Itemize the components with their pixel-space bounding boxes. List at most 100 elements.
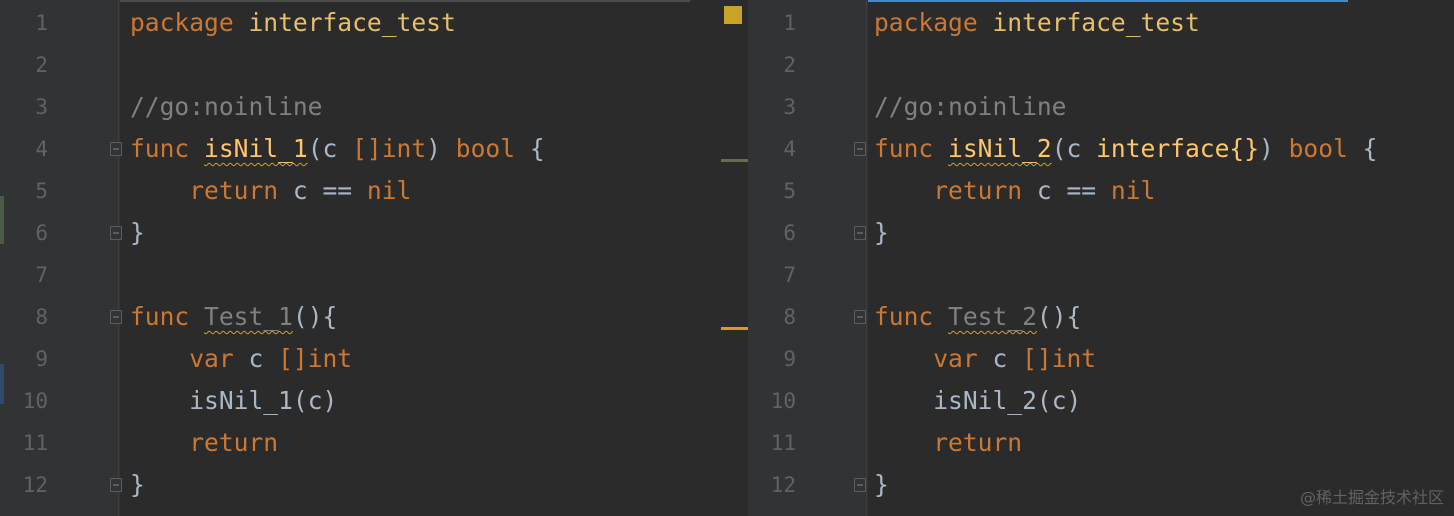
line-number: 7 [35, 263, 48, 287]
params: (){ [1036, 302, 1082, 331]
left-editor-pane[interactable]: 1 2 3 4 5 6 7 8 9 10 11 12 package inter… [0, 0, 748, 516]
keyword: package [874, 8, 978, 37]
code-line[interactable]: var c []int [874, 338, 1096, 380]
nil-literal: nil [1110, 176, 1156, 205]
code-line[interactable]: } [130, 212, 145, 254]
keyword: return [189, 176, 279, 205]
code-line[interactable]: func isNil_1(c []int) bool { [130, 128, 545, 170]
keyword: var [933, 344, 978, 373]
close-brace: } [874, 470, 889, 499]
left-gutter-separator [118, 0, 119, 516]
fold-collapse-icon[interactable] [110, 142, 122, 156]
open-brace: { [1347, 134, 1378, 163]
line-number: 3 [783, 95, 796, 119]
keyword: func [130, 302, 190, 331]
right-editor-pane[interactable]: 1 2 3 4 5 6 7 8 9 10 11 12 package inter… [748, 0, 1454, 516]
close-brace: } [130, 470, 145, 499]
keyword: var [189, 344, 234, 373]
function-call[interactable]: isNil_2 [933, 386, 1037, 415]
watermark: @稀土掘金技术社区 [1299, 488, 1444, 507]
fold-end-icon[interactable] [110, 226, 122, 240]
package-name: interface_test [992, 8, 1200, 37]
code-line[interactable]: var c []int [130, 338, 352, 380]
scrollbar-marker[interactable] [721, 159, 748, 162]
code-line[interactable]: func Test_1(){ [130, 296, 337, 338]
code-line[interactable]: func Test_2(){ [874, 296, 1081, 338]
code-line[interactable]: isNil_1(c) [130, 380, 337, 422]
fold-end-icon[interactable] [854, 226, 866, 240]
scrollbar-warning-marker[interactable] [721, 327, 748, 330]
param-type: []int [352, 134, 427, 163]
line-number: 5 [35, 179, 48, 203]
fold-collapse-icon[interactable] [854, 310, 866, 324]
line-number: 11 [770, 431, 796, 455]
code-line[interactable]: //go:noinline [130, 86, 323, 128]
line-number: 10 [770, 389, 796, 413]
line-number: 2 [35, 53, 48, 77]
keyword: func [130, 134, 190, 163]
code-line[interactable]: isNil_2(c) [874, 380, 1081, 422]
line-number: 10 [22, 389, 48, 413]
code-line[interactable]: } [874, 464, 889, 506]
line-number: 4 [783, 137, 796, 161]
code-line[interactable]: return c == nil [130, 170, 411, 212]
code-line[interactable]: func isNil_2(c interface{}) bool { [874, 128, 1377, 170]
function-name[interactable]: isNil_2 [948, 134, 1052, 163]
keyword: return [189, 428, 279, 457]
function-name[interactable]: Test_2 [948, 302, 1037, 331]
close-brace: } [874, 218, 889, 247]
fold-collapse-icon[interactable] [854, 142, 866, 156]
close-brace: } [130, 218, 145, 247]
function-name[interactable]: Test_1 [204, 302, 293, 331]
params: (){ [292, 302, 338, 331]
function-call[interactable]: isNil_1 [189, 386, 293, 415]
params-close: ) [426, 134, 456, 163]
code-line[interactable]: return c == nil [874, 170, 1155, 212]
params-open: (c [307, 134, 353, 163]
comment: //go:noinline [130, 92, 323, 121]
code-line[interactable]: //go:noinline [874, 86, 1067, 128]
line-number: 8 [783, 305, 796, 329]
line-number: 11 [22, 431, 48, 455]
code-line[interactable]: return [874, 422, 1022, 464]
return-type: bool [1288, 134, 1348, 163]
type: []int [278, 344, 353, 373]
param-type: interface{} [1096, 134, 1259, 163]
line-number: 1 [35, 11, 48, 35]
line-number: 9 [783, 347, 796, 371]
nil-literal: nil [366, 176, 412, 205]
params-close: ) [1259, 134, 1289, 163]
fold-end-icon[interactable] [854, 478, 866, 492]
line-number: 4 [35, 137, 48, 161]
keyword: return [933, 428, 1023, 457]
code-line[interactable]: package interface_test [130, 2, 456, 44]
keyword: package [130, 8, 234, 37]
comment: //go:noinline [874, 92, 1067, 121]
line-number: 12 [770, 473, 796, 497]
line-number: 8 [35, 305, 48, 329]
keyword: return [933, 176, 1023, 205]
code-line[interactable]: } [874, 212, 889, 254]
inspection-warning-icon[interactable] [724, 6, 742, 24]
call-args: (c) [292, 386, 338, 415]
line-number: 6 [783, 221, 796, 245]
code-line[interactable]: } [130, 464, 145, 506]
code-line[interactable]: package interface_test [874, 2, 1200, 44]
line-number: 1 [783, 11, 796, 35]
line-number: 5 [783, 179, 796, 203]
call-args: (c) [1036, 386, 1082, 415]
expression: c == [1022, 176, 1111, 205]
keyword: func [874, 134, 934, 163]
return-type: bool [455, 134, 516, 163]
fold-end-icon[interactable] [110, 478, 122, 492]
keyword: func [874, 302, 934, 331]
line-number: 6 [35, 221, 48, 245]
right-gutter-separator [866, 0, 867, 516]
code-line[interactable]: return [130, 422, 278, 464]
function-name[interactable]: isNil_1 [204, 134, 308, 163]
variable: c [233, 344, 279, 373]
fold-collapse-icon[interactable] [110, 310, 122, 324]
line-number: 3 [35, 95, 48, 119]
type: []int [1022, 344, 1097, 373]
line-number: 2 [783, 53, 796, 77]
